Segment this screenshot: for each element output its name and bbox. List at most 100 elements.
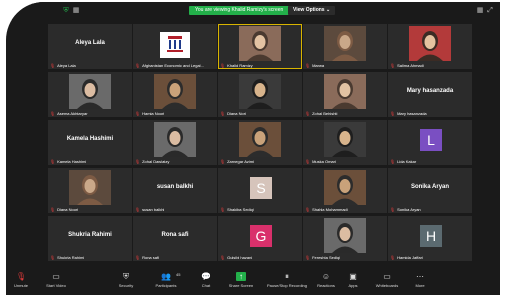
record-button[interactable]: ⏸ Pause/Stop Recording	[264, 272, 310, 288]
gallery-view-icon[interactable]: ▦	[476, 7, 484, 14]
participant-name-label: 🎙 Afghanistan Economic and Legal...	[135, 63, 204, 68]
participant-name-label: 🎙 Shahla Mohammadi	[305, 207, 348, 212]
participant-tile[interactable]: S 🎙 Shakiba Sediqi	[218, 168, 302, 213]
microphone-muted-icon: 🎙	[135, 159, 141, 164]
participant-name-label: 🎙 Fereshta Sediqi	[305, 255, 340, 260]
shield-icon[interactable]: ⛨	[62, 7, 70, 14]
avatar: L	[420, 129, 442, 151]
video-feed	[239, 74, 281, 109]
microphone-muted-icon: 🎙	[50, 207, 56, 212]
participant-name-label: 🎙 Khalid Ramizy	[220, 63, 253, 68]
participant-tile[interactable]: 🎙 Hamia Noori	[133, 72, 217, 117]
participant-tile[interactable]: Aleya Lala 🎙 Aleya Lala	[48, 24, 132, 69]
participant-tile[interactable]: L 🎙 Lida Kakar	[388, 120, 472, 165]
participant-tile[interactable]: 🎙 Khalid Ramizy	[218, 24, 302, 69]
participant-tile[interactable]: susan balkhi 🎙 susan balkhi	[133, 168, 217, 213]
start-video-button[interactable]: ▭ Start Video	[40, 272, 72, 288]
participant-name: Shukria Rahimi	[57, 255, 85, 260]
security-button[interactable]: ⛨ Security	[114, 272, 138, 288]
more-button[interactable]: ⋯ More	[410, 272, 430, 288]
participant-tile[interactable]: 🎙 Zohal Dawlatzy	[133, 120, 217, 165]
participant-tile[interactable]: Sonika Aryan 🎙 Sonika Aryan	[388, 168, 472, 213]
microphone-muted-icon: 🎙	[50, 159, 56, 164]
participant-tile[interactable]: 🎙 Afghanistan Economic and Legal...	[133, 24, 217, 69]
microphone-muted-icon: 🎙	[305, 255, 311, 260]
participant-name-label: 🎙 Hamia Noori	[135, 111, 164, 116]
participant-tile[interactable]: Mary hasanzada 🎙 Mary hasanzada	[388, 72, 472, 117]
participant-name-label: 🎙 Zohal Behishti	[305, 111, 337, 116]
participant-display-name: susan balkhi	[156, 184, 194, 190]
microphone-muted-icon: 🎙	[50, 111, 56, 116]
share-screen-label: Share Screen	[228, 283, 254, 288]
participant-name: Kamela Hashimi	[57, 159, 87, 164]
reactions-button[interactable]: ☺ Reactions	[314, 272, 338, 288]
chat-button[interactable]: 💬 Chat	[196, 272, 216, 288]
participant-name: Zohal Behishti	[312, 111, 338, 116]
grid-icon[interactable]: ▦	[72, 7, 80, 14]
participant-name: Hamida Jaffari	[397, 255, 423, 260]
whiteboards-label: Whiteboards	[375, 283, 399, 288]
participant-tile[interactable]: 🎙 Marwa	[303, 24, 387, 69]
expand-icon[interactable]: ⤢	[486, 7, 494, 14]
participant-tile[interactable]: 🎙 Salima Ahmadi	[388, 24, 472, 69]
participant-name: Mary hasanzada	[397, 111, 427, 116]
participant-tile[interactable]: 🎙 Diana Noori	[48, 168, 132, 213]
participant-name-label: 🎙 Kamela Hashimi	[50, 159, 86, 164]
participant-tile[interactable]: 🎙 Muska Omari	[303, 120, 387, 165]
participant-tile[interactable]: G 🎙 Gulsibi hazani	[218, 216, 302, 261]
apps-icon: ▣	[349, 272, 357, 281]
whiteboard-icon: ▭	[383, 272, 391, 281]
participant-name: Shakiba Sediqi	[227, 207, 254, 212]
microphone-muted-icon: 🎙	[50, 63, 56, 68]
microphone-muted-icon: 🎙	[390, 63, 396, 68]
participant-display-name: Kamela Hashimi	[66, 136, 114, 142]
participant-tile[interactable]: 🎙 Fereshta Sediqi	[303, 216, 387, 261]
view-options-button[interactable]: View Options ⌄	[288, 6, 336, 15]
participant-tile[interactable]: H 🎙 Hamida Jaffari	[388, 216, 472, 261]
participant-tile[interactable]: 🎙 Shahla Mohammadi	[303, 168, 387, 213]
participant-name: Muska Omari	[312, 159, 336, 164]
participant-grid: Aleya Lala 🎙 Aleya Lala 🎙 Afghanistan Econom…	[48, 24, 472, 264]
security-label: Security	[118, 283, 134, 288]
participant-name-label: 🎙 Diana Nori	[220, 111, 246, 116]
participant-tile[interactable]: Rona safi 🎙 Rona safi	[133, 216, 217, 261]
participant-name-label: 🎙 Gulsibi hazani	[220, 255, 252, 260]
microphone-muted-icon: 🎙	[50, 255, 56, 260]
apps-label: Apps	[348, 283, 358, 288]
share-screen-icon: ↑	[236, 272, 246, 281]
whiteboards-button[interactable]: ▭ Whiteboards	[372, 272, 402, 288]
more-icon: ⋯	[416, 272, 424, 281]
participant-tile[interactable]: 🎙 Diana Nori	[218, 72, 302, 117]
participant-name: Zohal Dawlatzy	[142, 159, 170, 164]
participant-tile[interactable]: Shukria Rahimi 🎙 Shukria Rahimi	[48, 216, 132, 261]
microphone-muted-icon: 🎙	[135, 255, 141, 260]
video-feed	[69, 170, 111, 205]
video-feed	[409, 26, 451, 61]
participant-name: Shahla Mohammadi	[312, 207, 348, 212]
microphone-muted-icon: 🎙	[135, 207, 141, 212]
participant-name: Asema Akhtaryar	[57, 111, 88, 116]
meeting-controls-bar: 🎙 Unmute ▭ Start Video ⛨ Security 👥 Part…	[6, 269, 500, 295]
chat-icon: 💬	[201, 272, 211, 281]
participant-tile[interactable]: 🎙 Asema Akhtaryar	[48, 72, 132, 117]
participant-tile[interactable]: 🎙 Zohal Behishti	[303, 72, 387, 117]
participant-display-name: Shukria Rahimi	[68, 232, 112, 238]
participant-name-label: 🎙 Hamida Jaffari	[390, 255, 423, 260]
video-feed	[324, 74, 366, 109]
participant-name-label: 🎙 Asema Akhtaryar	[50, 111, 88, 116]
participant-name: Lida Kakar	[397, 159, 417, 164]
participant-name: Khalid Ramizy	[227, 63, 253, 68]
participant-name-label: 🎙 Muska Omari	[305, 159, 336, 164]
unmute-button[interactable]: 🎙 Unmute	[8, 272, 34, 288]
participant-name: Diana Noori	[57, 207, 79, 212]
reactions-label: Reactions	[317, 283, 335, 288]
apps-button[interactable]: ▣ Apps	[344, 272, 362, 288]
participant-display-name: Mary hasanzada	[406, 88, 454, 94]
participant-tile[interactable]: Kamela Hashimi 🎙 Kamela Hashimi	[48, 120, 132, 165]
avatar: S	[250, 177, 272, 199]
share-screen-button[interactable]: ↑ Share Screen	[226, 272, 256, 288]
participant-name: Zarnegar Azimi	[227, 159, 254, 164]
participant-name-label: 🎙 Zarnegar Azimi	[220, 159, 254, 164]
meeting-screen: ⛨ ▦ You are viewing Khalid Ramizy's scre…	[6, 2, 500, 295]
participant-tile[interactable]: 🎙 Zarnegar Azimi	[218, 120, 302, 165]
